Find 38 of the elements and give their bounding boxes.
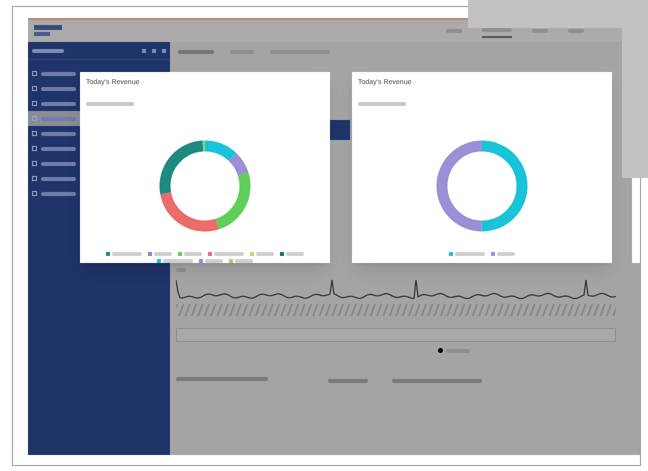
panel-bar xyxy=(330,120,350,140)
item-icon xyxy=(32,131,37,136)
illegible-text xyxy=(41,192,76,196)
illegible-text xyxy=(455,252,485,256)
illegible-text xyxy=(358,102,406,106)
item-icon xyxy=(32,101,37,106)
sidebar-icon[interactable] xyxy=(142,48,146,52)
illegible-text xyxy=(205,259,223,263)
illegible-text xyxy=(41,86,76,90)
item-icon xyxy=(32,146,37,151)
illegible-text xyxy=(154,252,172,256)
item-icon xyxy=(32,86,37,91)
item-icon xyxy=(32,176,37,181)
illegible-text xyxy=(41,146,76,150)
item-icon xyxy=(32,116,37,121)
illegible-text xyxy=(41,102,76,106)
illegible-text xyxy=(86,102,134,106)
illegible-text xyxy=(497,252,515,256)
illegible-text xyxy=(41,132,76,136)
illegible-text xyxy=(256,252,274,256)
item-icon xyxy=(32,71,37,76)
illegible-text xyxy=(41,176,76,180)
illegible-text xyxy=(41,72,76,76)
illegible-text xyxy=(32,48,64,52)
item-icon xyxy=(32,161,37,166)
item-icon xyxy=(32,191,37,196)
illegible-text xyxy=(328,379,368,383)
illegible-text xyxy=(178,50,214,54)
logo-icon xyxy=(34,24,64,38)
sidebar-icon[interactable] xyxy=(152,48,156,52)
sidebar-icon[interactable] xyxy=(162,48,166,52)
illegible-text xyxy=(214,252,244,256)
illegible-text xyxy=(286,252,304,256)
illegible-text xyxy=(41,162,76,166)
illegible-text xyxy=(163,259,193,263)
illegible-text xyxy=(112,252,142,256)
illegible-text xyxy=(184,252,202,256)
illegible-text xyxy=(235,259,253,263)
